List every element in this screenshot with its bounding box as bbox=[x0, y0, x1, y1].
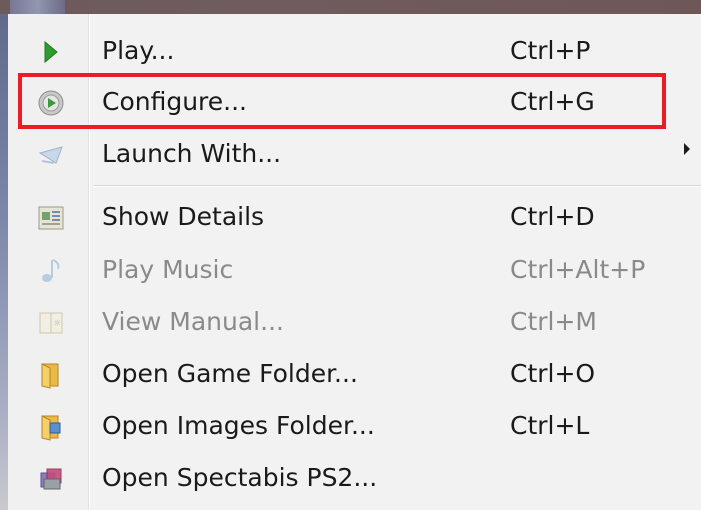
context-menu: Play... Ctrl+P Configure... Ctrl+G Launc… bbox=[8, 14, 701, 510]
details-icon bbox=[36, 204, 66, 232]
menu-item-open-images-folder[interactable]: Open Images Folder... Ctrl+L bbox=[8, 401, 701, 453]
menu-item-shortcut: Ctrl+O bbox=[510, 359, 596, 388]
menu-item-label: Play... bbox=[102, 36, 175, 65]
spectabis-icon bbox=[36, 465, 66, 493]
menu-item-play-music[interactable]: Play Music Ctrl+Alt+P bbox=[8, 245, 701, 297]
menu-item-label: Open Images Folder... bbox=[102, 411, 375, 440]
window-edge bbox=[0, 0, 701, 14]
music-note-icon bbox=[36, 257, 66, 285]
annotation-highlight-box bbox=[18, 73, 666, 129]
menu-item-label: Launch With... bbox=[102, 139, 282, 168]
window-edge-left bbox=[0, 14, 8, 510]
menu-item-play[interactable]: Play... Ctrl+P bbox=[8, 26, 701, 78]
menu-item-label: Show Details bbox=[102, 202, 265, 231]
menu-item-open-game-folder[interactable]: Open Game Folder... Ctrl+O bbox=[8, 349, 701, 401]
menu-item-launch-with[interactable]: Launch With... bbox=[8, 129, 701, 181]
menu-item-shortcut: Ctrl+M bbox=[510, 307, 597, 336]
menu-item-open-spectabis[interactable]: Open Spectabis PS2... bbox=[8, 453, 701, 505]
menu-item-shortcut: Ctrl+P bbox=[510, 36, 591, 65]
images-folder-icon bbox=[36, 413, 66, 441]
play-icon bbox=[36, 38, 66, 66]
folder-icon bbox=[36, 361, 66, 389]
menu-item-shortcut: Ctrl+Alt+P bbox=[510, 255, 646, 284]
background-blur bbox=[10, 0, 65, 14]
menu-separator-highlight bbox=[94, 186, 701, 187]
launch-icon bbox=[36, 141, 66, 169]
menu-item-label: Open Game Folder... bbox=[102, 359, 358, 388]
menu-item-label: Open Spectabis PS2... bbox=[102, 463, 378, 492]
menu-item-shortcut: Ctrl+D bbox=[510, 202, 595, 231]
svg-text:☼: ☼ bbox=[53, 319, 61, 329]
menu-item-view-manual[interactable]: ☼ View Manual... Ctrl+M bbox=[8, 297, 701, 349]
menu-item-label: Play Music bbox=[102, 255, 234, 284]
menu-item-shortcut: Ctrl+L bbox=[510, 411, 590, 440]
manual-icon: ☼ bbox=[36, 309, 66, 337]
submenu-arrow-icon bbox=[684, 143, 690, 155]
menu-item-label: View Manual... bbox=[102, 307, 284, 336]
menu-item-show-details[interactable]: Show Details Ctrl+D bbox=[8, 192, 701, 244]
